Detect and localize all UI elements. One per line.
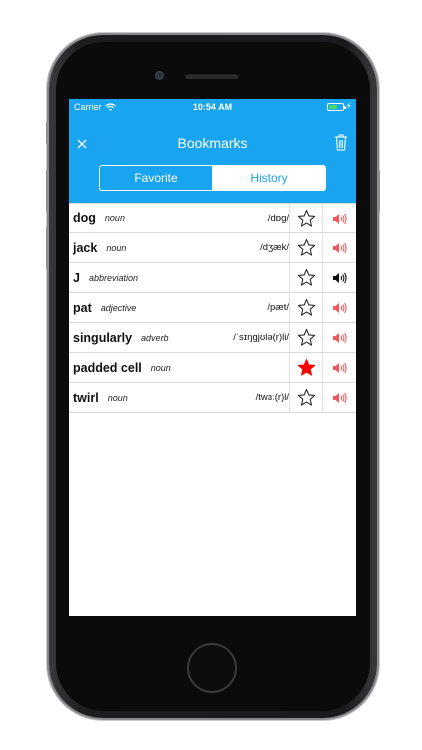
status-bar: Carrier 10:54 AM ⚡︎: [69, 99, 356, 115]
entry-pronunciation: /twɜː(r)l/: [255, 392, 289, 403]
list-item[interactable]: jack noun/dʒæk/: [69, 233, 356, 263]
entry-word: J: [73, 270, 80, 285]
play-pronunciation-button[interactable]: [322, 204, 356, 233]
play-pronunciation-button[interactable]: [322, 293, 356, 322]
speaker-icon: [333, 242, 347, 253]
favorite-toggle[interactable]: [289, 263, 323, 292]
entry-word: padded cell: [73, 360, 142, 375]
status-time: 10:54 AM: [192, 102, 233, 112]
star-outline-icon: [297, 209, 316, 228]
tab-favorite[interactable]: Favorite: [100, 166, 213, 190]
entry-pronunciation: /dɒɡ/: [267, 212, 289, 224]
list-item[interactable]: padded cell noun: [69, 353, 356, 383]
entry-word: dog: [73, 211, 96, 225]
favorite-toggle[interactable]: [289, 383, 323, 412]
volume-down-button: [46, 227, 49, 269]
favorite-toggle[interactable]: [289, 353, 323, 382]
entry-part-of-speech: noun: [106, 242, 127, 253]
entry-word: jack: [73, 240, 98, 255]
entry-part-of-speech: adjective: [100, 302, 137, 313]
speaker-icon: [333, 392, 347, 403]
list-item[interactable]: singularly adverb/ˈsɪŋɡjʊlə(r)li/: [69, 323, 356, 353]
power-button: [377, 170, 380, 212]
play-pronunciation-button[interactable]: [322, 323, 356, 352]
star-outline-icon: [297, 388, 316, 407]
entry-part-of-speech: abbreviation: [88, 272, 138, 283]
play-pronunciation-button[interactable]: [322, 233, 356, 262]
app-screen: Carrier 10:54 AM ⚡︎ Bookmarks Favorite H…: [69, 99, 356, 616]
speaker-icon: [333, 272, 347, 283]
earpiece-speaker: [185, 73, 239, 79]
star-outline-icon: [297, 238, 316, 257]
play-pronunciation-button[interactable]: [322, 383, 356, 412]
trash-icon[interactable]: [334, 133, 348, 151]
star-outline-icon: [297, 268, 316, 287]
volume-up-button: [46, 170, 49, 212]
entry-part-of-speech: noun: [150, 362, 171, 373]
front-camera: [155, 71, 164, 80]
star-outline-icon: [297, 328, 316, 347]
star-outline-icon: [297, 298, 316, 317]
speaker-icon: [333, 213, 347, 224]
entry-word: singularly: [73, 330, 133, 345]
mute-switch: [46, 122, 49, 144]
tab-history[interactable]: History: [213, 166, 325, 190]
entry-pronunciation: /ˈsɪŋɡjʊlə(r)li/: [233, 332, 289, 343]
speaker-icon: [333, 302, 347, 313]
favorite-toggle[interactable]: [289, 233, 323, 262]
play-pronunciation-button[interactable]: [322, 353, 356, 382]
battery-icon: [327, 103, 346, 111]
list-item[interactable]: twirl noun/twɜː(r)l/: [69, 383, 356, 413]
list-item[interactable]: dog noun/dɒɡ/: [69, 203, 356, 233]
favorite-toggle[interactable]: [289, 204, 323, 233]
history-list: dog noun/dɒɡ/jack noun/dʒæk/Jabbreviation p…: [69, 203, 356, 413]
favorite-toggle[interactable]: [289, 323, 323, 352]
speaker-icon: [333, 362, 347, 373]
entry-pronunciation: /pæt/: [267, 302, 289, 313]
entry-part-of-speech: adverb: [141, 332, 169, 343]
app-header: Carrier 10:54 AM ⚡︎ Bookmarks Favorite H…: [69, 99, 356, 203]
play-pronunciation-button[interactable]: [322, 263, 356, 292]
entry-part-of-speech: noun: [104, 213, 125, 223]
entry-word: pat: [73, 300, 92, 315]
list-item[interactable]: pat adjective/pæt/: [69, 293, 356, 323]
home-button[interactable]: [187, 643, 237, 693]
favorite-toggle[interactable]: [289, 293, 323, 322]
page-title: Bookmarks: [177, 135, 248, 151]
star-filled-icon: [297, 358, 316, 377]
list-item[interactable]: Jabbreviation: [69, 263, 356, 293]
speaker-icon: [333, 332, 347, 343]
history-favorite-segmented-control: Favorite History: [99, 165, 326, 191]
entry-word: twirl: [73, 390, 99, 405]
entry-pronunciation: /dʒæk/: [260, 242, 289, 253]
charging-bolt-icon: ⚡︎: [345, 101, 352, 111]
entry-part-of-speech: noun: [107, 392, 128, 403]
